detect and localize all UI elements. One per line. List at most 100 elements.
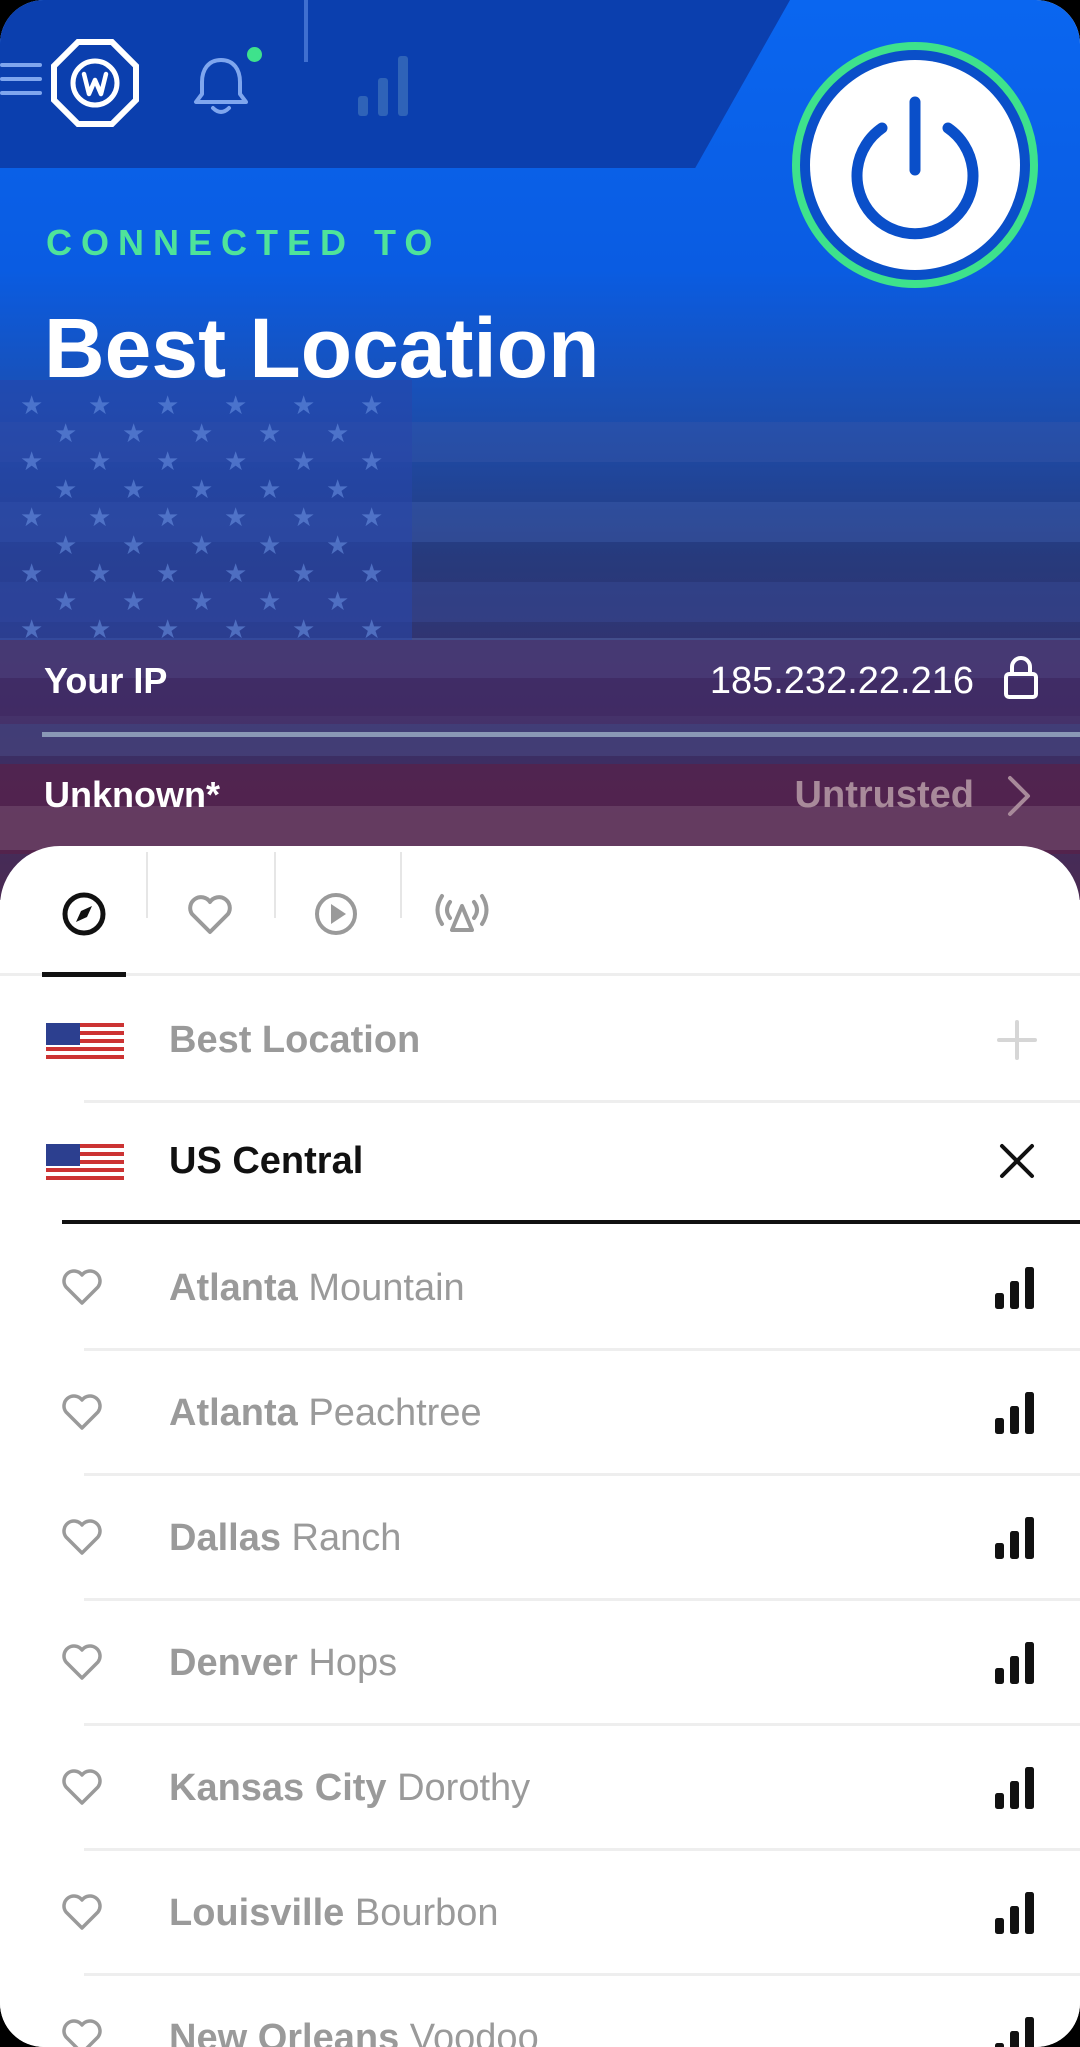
flag-star: ★ bbox=[156, 446, 180, 476]
city-label: Kansas City Dorothy bbox=[169, 1767, 530, 1810]
heart-icon[interactable] bbox=[60, 1767, 104, 1807]
flag-star: ★ bbox=[20, 614, 44, 644]
heart-icon[interactable] bbox=[178, 882, 242, 946]
city-label: Atlanta Peachtree bbox=[169, 1392, 482, 1435]
flag-star: ★ bbox=[54, 530, 78, 560]
windscribe-logo-icon[interactable] bbox=[50, 38, 140, 128]
flag-star: ★ bbox=[190, 530, 214, 560]
node-name: Peachtree bbox=[308, 1392, 482, 1434]
best-location-row[interactable]: Best Location bbox=[0, 979, 1080, 1103]
tab-divider bbox=[400, 852, 402, 918]
app-window: ★ ★ ★ ★ ★ ★ ★ ★ ★ ★ ★ ★ ★ ★ ★ ★ ★ ★ ★ ★ ★ ★ ★ ★ ★ ★ ★ ★ ★ ★ ★ ★ ★ ★ ★ ★ ★ ★ ★ ★… bbox=[0, 0, 1080, 2047]
city-row[interactable]: Kansas City Dorothy bbox=[0, 1727, 1080, 1851]
flag-star: ★ bbox=[88, 502, 112, 532]
region-row-us-central[interactable]: US Central bbox=[0, 1100, 1080, 1224]
city-name: Atlanta bbox=[169, 1267, 298, 1309]
signal-bars-icon bbox=[995, 2017, 1034, 2047]
power-button[interactable] bbox=[792, 42, 1038, 288]
city-row[interactable]: Atlanta Peachtree bbox=[0, 1352, 1080, 1476]
signal-bars-icon[interactable] bbox=[356, 52, 412, 116]
signal-bars-icon bbox=[995, 1642, 1034, 1684]
flag-star: ★ bbox=[360, 502, 384, 532]
row-divider bbox=[84, 1473, 1080, 1476]
flag-star: ★ bbox=[258, 474, 282, 504]
heart-icon[interactable] bbox=[60, 2017, 104, 2047]
flag-star: ★ bbox=[20, 502, 44, 532]
flag-star: ★ bbox=[292, 446, 316, 476]
close-icon[interactable] bbox=[998, 1142, 1036, 1180]
flag-canton: ★ ★ ★ ★ ★ ★ ★ ★ ★ ★ ★ ★ ★ ★ ★ ★ ★ ★ ★ ★ ★ ★ ★ ★ ★ ★ ★ ★ ★ ★ ★ ★ ★ ★ ★ ★ ★ ★ ★ ★… bbox=[0, 380, 412, 644]
flag-star: ★ bbox=[360, 614, 384, 644]
lock-icon[interactable] bbox=[1003, 654, 1039, 700]
signal-bars-icon bbox=[995, 1767, 1034, 1809]
flag-star: ★ bbox=[122, 530, 146, 560]
network-trust-status[interactable]: Untrusted bbox=[795, 774, 974, 817]
city-label: New Orleans Voodoo bbox=[169, 2017, 539, 2047]
city-row[interactable]: New Orleans Voodoo bbox=[0, 1977, 1080, 2047]
tab-divider bbox=[274, 852, 276, 918]
flag-star: ★ bbox=[224, 558, 248, 588]
flag-star: ★ bbox=[156, 502, 180, 532]
flag-star: ★ bbox=[20, 390, 44, 420]
city-label: Atlanta Mountain bbox=[169, 1267, 465, 1310]
broadcast-icon[interactable] bbox=[430, 882, 494, 946]
tab-divider bbox=[146, 852, 148, 918]
power-button-face[interactable] bbox=[810, 60, 1020, 270]
region-label: US Central bbox=[169, 1140, 364, 1182]
flag-star: ★ bbox=[122, 418, 146, 448]
city-row[interactable]: Louisville Bourbon bbox=[0, 1852, 1080, 1976]
us-flag-icon bbox=[46, 1144, 124, 1184]
hamburger-icon[interactable] bbox=[0, 63, 42, 105]
location-tabs bbox=[0, 846, 1080, 977]
flag-star: ★ bbox=[258, 418, 282, 448]
network-row[interactable]: Unknown* Untrusted bbox=[0, 764, 1080, 854]
flag-star: ★ bbox=[326, 586, 350, 616]
row-divider bbox=[84, 1723, 1080, 1726]
flag-star: ★ bbox=[326, 530, 350, 560]
network-name: Unknown* bbox=[44, 774, 220, 815]
flag-star: ★ bbox=[292, 502, 316, 532]
heart-icon[interactable] bbox=[60, 1267, 104, 1307]
flag-star: ★ bbox=[190, 586, 214, 616]
row-divider bbox=[84, 1848, 1080, 1851]
heart-icon[interactable] bbox=[60, 1892, 104, 1932]
city-name: Louisville bbox=[169, 1892, 345, 1934]
toolbar-divider bbox=[304, 0, 308, 62]
city-name: New Orleans bbox=[169, 2017, 400, 2047]
connected-location-title: Best Location bbox=[44, 301, 600, 395]
locations-sheet: Best Location US Central Atlanta Mountai… bbox=[0, 846, 1080, 2047]
heart-icon[interactable] bbox=[60, 1392, 104, 1432]
city-row[interactable]: Denver Hops bbox=[0, 1602, 1080, 1726]
node-name: Mountain bbox=[308, 1267, 465, 1309]
flag-star: ★ bbox=[190, 418, 214, 448]
flag-star: ★ bbox=[20, 558, 44, 588]
flag-star: ★ bbox=[88, 614, 112, 644]
flag-star: ★ bbox=[190, 474, 214, 504]
flag-star: ★ bbox=[292, 558, 316, 588]
flag-star: ★ bbox=[258, 530, 282, 560]
city-label: Dallas Ranch bbox=[169, 1517, 401, 1560]
flag-star: ★ bbox=[292, 614, 316, 644]
flag-star: ★ bbox=[224, 502, 248, 532]
flag-star: ★ bbox=[122, 474, 146, 504]
city-row[interactable]: Atlanta Mountain bbox=[0, 1227, 1080, 1351]
flag-star: ★ bbox=[326, 474, 350, 504]
city-name: Kansas City bbox=[169, 1767, 387, 1809]
flag-star: ★ bbox=[54, 418, 78, 448]
city-label: Denver Hops bbox=[169, 1642, 397, 1685]
row-divider bbox=[84, 1348, 1080, 1351]
chevron-right-icon[interactable] bbox=[1002, 772, 1036, 820]
flag-star: ★ bbox=[54, 474, 78, 504]
plus-icon[interactable] bbox=[996, 1019, 1038, 1061]
flag-star: ★ bbox=[54, 586, 78, 616]
city-row[interactable]: Dallas Ranch bbox=[0, 1477, 1080, 1601]
signal-bars-icon bbox=[995, 1392, 1034, 1434]
heart-icon[interactable] bbox=[60, 1517, 104, 1557]
node-name: Dorothy bbox=[397, 1767, 531, 1809]
play-circle-icon[interactable] bbox=[304, 882, 368, 946]
power-icon bbox=[851, 96, 979, 240]
bell-icon[interactable] bbox=[186, 50, 256, 120]
flag-star: ★ bbox=[258, 586, 282, 616]
compass-icon[interactable] bbox=[52, 882, 116, 946]
heart-icon[interactable] bbox=[60, 1642, 104, 1682]
